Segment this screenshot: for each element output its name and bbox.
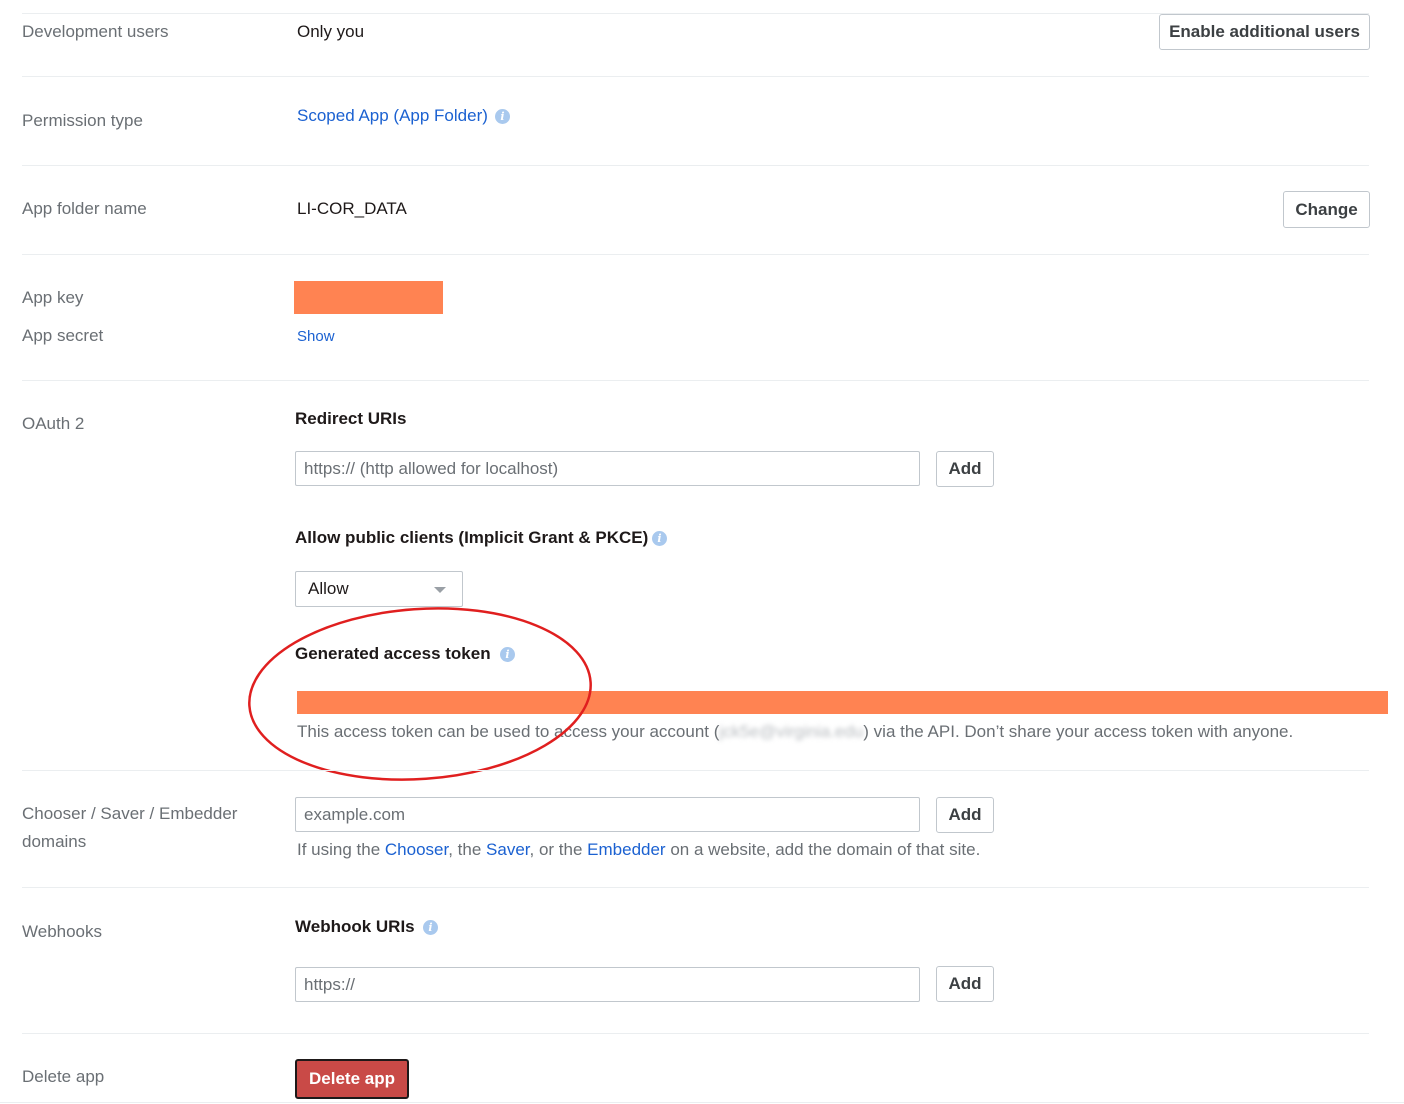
token-help-suffix: ) via the API. Don’t share your access t… [863, 722, 1294, 741]
enable-additional-users-button[interactable]: Enable additional users [1159, 14, 1370, 50]
webhook-uri-input[interactable] [295, 967, 920, 1002]
chevron-down-icon [434, 587, 446, 593]
webhooks-label: Webhooks [22, 922, 103, 941]
public-clients-select[interactable]: Allow [295, 571, 463, 607]
chooser-help-sep1: , the [448, 840, 487, 859]
chooser-link[interactable]: Chooser [385, 840, 448, 859]
app-key-label: App key [22, 288, 84, 307]
chooser-label-line1: Chooser / Saver / Embedder [22, 804, 238, 823]
chooser-help-text: If using the Chooser, the Saver, or the … [297, 840, 980, 860]
domain-input[interactable] [295, 797, 920, 832]
embedder-link[interactable]: Embedder [587, 840, 665, 859]
redirect-uris-heading: Redirect URIs [295, 409, 407, 428]
delete-app-label: Delete app [22, 1067, 105, 1086]
divider [22, 380, 1369, 381]
divider [22, 254, 1369, 255]
divider [22, 76, 1369, 77]
info-icon[interactable]: i [652, 531, 667, 546]
public-clients-heading: Allow public clients (Implicit Grant & P… [295, 528, 649, 547]
permission-type-label: Permission type [22, 111, 143, 130]
chooser-help-prefix: If using the [297, 840, 385, 859]
development-users-label: Development users [22, 22, 169, 41]
chooser-label-line2: domains [22, 832, 87, 851]
saver-link[interactable]: Saver [486, 840, 529, 859]
change-folder-button[interactable]: Change [1283, 191, 1370, 228]
delete-app-button[interactable]: Delete app [295, 1059, 409, 1099]
app-folder-name-label: App folder name [22, 199, 147, 218]
token-help-email: jck5e@virginia.edu [719, 722, 864, 741]
divider [22, 887, 1369, 888]
show-secret-link[interactable]: Show [297, 328, 335, 345]
public-clients-selected-value: Allow [308, 579, 349, 598]
redirect-uri-input[interactable] [295, 451, 920, 486]
add-redirect-uri-button[interactable]: Add [936, 451, 994, 487]
webhook-uris-heading: Webhook URIs [295, 917, 415, 936]
annotation-ellipse [248, 607, 592, 781]
app-key-redacted [294, 281, 443, 314]
divider [22, 770, 1369, 771]
development-users-value: Only you [297, 22, 365, 41]
chooser-help-sep2: , or the [529, 840, 588, 859]
permission-type-link[interactable]: Scoped App (App Folder) [297, 106, 488, 126]
divider [0, 1102, 1404, 1103]
divider [22, 165, 1369, 166]
info-icon[interactable]: i [423, 920, 438, 935]
oauth2-label: OAuth 2 [22, 414, 85, 433]
chooser-help-suffix: on a website, add the domain of that sit… [665, 840, 981, 859]
app-secret-label: App secret [22, 326, 104, 345]
divider [22, 1033, 1369, 1034]
info-icon[interactable]: i [495, 109, 510, 124]
app-folder-name-value: LI-COR_DATA [297, 199, 407, 218]
add-domain-button[interactable]: Add [936, 797, 994, 833]
add-webhook-button[interactable]: Add [936, 966, 994, 1002]
